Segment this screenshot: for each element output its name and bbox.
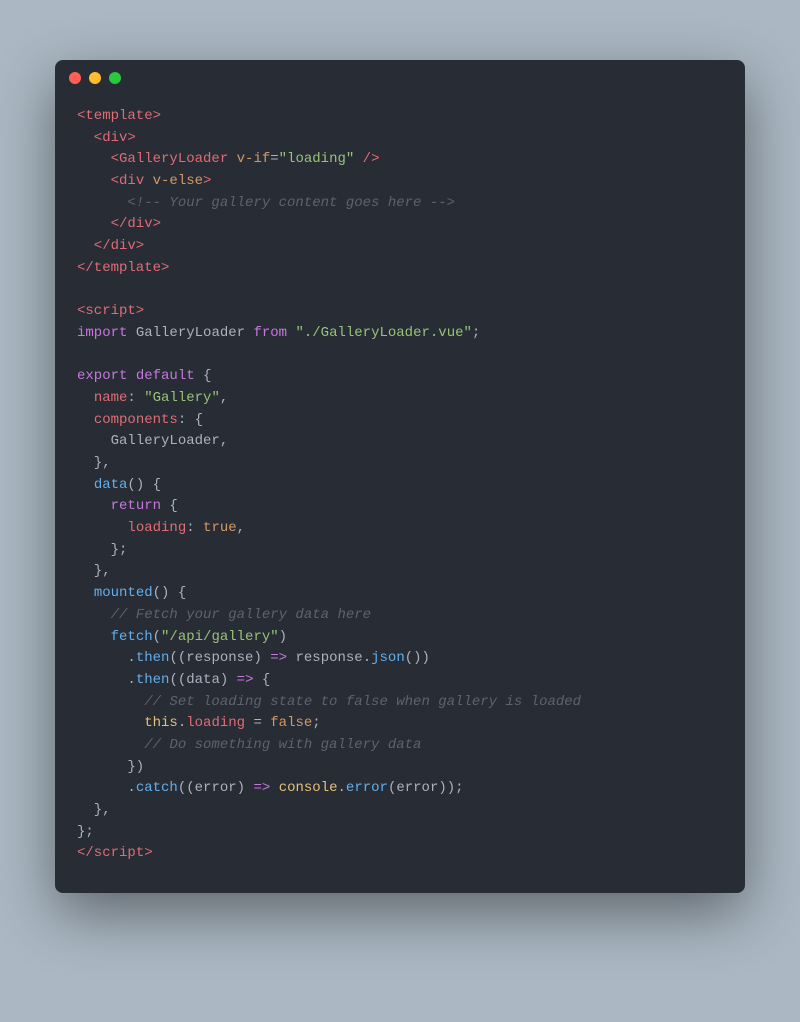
code-line: <div> bbox=[77, 130, 136, 146]
code-content: <template> <div> <GalleryLoader v-if="lo… bbox=[77, 106, 723, 865]
minimize-icon[interactable] bbox=[89, 72, 101, 84]
code-line: <template> bbox=[77, 108, 161, 124]
code-editor: <template> <div> <GalleryLoader v-if="lo… bbox=[55, 96, 745, 893]
close-icon[interactable] bbox=[69, 72, 81, 84]
maximize-icon[interactable] bbox=[109, 72, 121, 84]
code-window: <template> <div> <GalleryLoader v-if="lo… bbox=[55, 60, 745, 893]
window-title-bar bbox=[55, 60, 745, 96]
